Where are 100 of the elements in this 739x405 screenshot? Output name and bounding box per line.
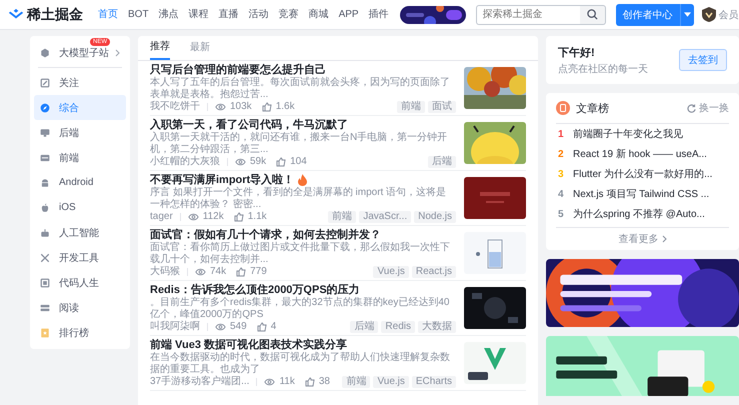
creator-center-button[interactable]: 创作者中心: [616, 4, 680, 26]
view-count: 549: [230, 321, 247, 333]
nav-link[interactable]: 课程: [184, 0, 214, 30]
category-label: 代码人生: [59, 276, 99, 290]
nav-link[interactable]: 活动: [244, 0, 274, 30]
category-label: 后端: [59, 126, 79, 140]
ranking-article-link[interactable]: 前端圈子十年变化之我见: [573, 127, 683, 141]
category-label: 人工智能: [59, 226, 99, 240]
category-item[interactable]: 前端: [34, 145, 126, 170]
category-label: Android: [59, 177, 94, 188]
article-abstract: 本人写了五年的后台管理。每次面试前就会头疼，因为写的页面除了表单就是表格。抱怨过苦...: [150, 77, 451, 100]
thumbs-up-icon[interactable]: [276, 157, 286, 167]
category-item[interactable]: 人工智能: [34, 220, 126, 245]
like-count: 779: [250, 266, 267, 278]
category-label: 阅读: [59, 302, 79, 314]
ranking-article-link[interactable]: 为什么spring 不推荐 @Auto...: [573, 207, 705, 221]
rank-number: 1: [558, 128, 564, 140]
category-item[interactable]: 后端: [34, 120, 126, 145]
frame-icon: [40, 278, 50, 288]
thumbs-up-icon[interactable]: [236, 267, 246, 277]
ranking-article-link[interactable]: React 19 新 hook —— useA...: [573, 147, 707, 161]
site-logo[interactable]: 稀土掘金: [27, 6, 83, 24]
document-icon: [556, 101, 570, 115]
category-item[interactable]: 关注: [34, 70, 126, 95]
like-count: 104: [290, 156, 307, 168]
logo-icon[interactable]: [8, 8, 24, 21]
like-count: 1.1k: [248, 211, 267, 223]
eye-icon: [188, 213, 199, 221]
like-count: 38: [318, 376, 330, 388]
ranking-article-link[interactable]: Flutter 为什么没有一款好用的...: [573, 167, 712, 181]
category-label: 关注: [59, 76, 79, 90]
category-item[interactable]: 代码人生: [34, 270, 126, 295]
category-item[interactable]: Android: [34, 170, 126, 195]
caret-icon: [684, 12, 691, 17]
thumbs-up-icon[interactable]: [262, 102, 272, 112]
category-label: 开发工具: [59, 252, 99, 264]
nav-link[interactable]: 插件: [364, 0, 394, 30]
eye-icon: [264, 378, 276, 386]
category-item[interactable]: iOS: [34, 195, 126, 220]
eye-icon: [195, 268, 206, 276]
shield-icon[interactable]: [702, 7, 716, 22]
tools-icon: [40, 252, 50, 262]
view-count: 103k: [230, 101, 252, 113]
article-title[interactable]: 入职第一天，看了公司代码，牛马沉默了: [150, 118, 348, 132]
view-count: 11k: [279, 376, 295, 388]
view-count: 112k: [202, 211, 224, 223]
article-abstract: 面试官：看你简历上做过图片或文件批量下载，那么假如我一次性下载几十个，如何去控制并...: [150, 242, 451, 266]
category-label: 大模型子站: [59, 46, 109, 60]
ranking-title: 文章榜: [576, 102, 609, 116]
article-title[interactable]: 不要再写满屏import导入啦！: [150, 173, 294, 187]
article-abstract: 入职第一天就干活的，就问还有谁，搬来一台N手电脑，第一分钟开机，第二分钟跟活，第三...: [150, 132, 448, 156]
nav-link[interactable]: 竞赛: [274, 0, 304, 30]
dropdown-button[interactable]: [680, 4, 694, 26]
article-title[interactable]: 只写后台管理的前端要怎么提升自己: [150, 63, 326, 77]
thumbs-up-icon[interactable]: [256, 322, 267, 332]
nav-link[interactable]: 首页: [93, 0, 123, 30]
nav-link[interactable]: BOT: [123, 0, 154, 30]
like-count: 1.6k: [276, 101, 295, 113]
nav-link[interactable]: 沸点: [154, 0, 184, 30]
thumbs-up-icon[interactable]: [234, 212, 244, 222]
feed-tab[interactable]: 推荐: [150, 36, 170, 60]
chevron-icon: [662, 235, 666, 243]
category-item[interactable]: 排行榜: [34, 320, 126, 345]
monitor-icon: [40, 128, 50, 138]
view-count: 74k: [210, 266, 226, 278]
article-abstract: 在当今数据驱动的时代，数据可视化成为了帮助人们快速理解复杂数据的重要工具。也成为了: [150, 352, 451, 376]
article-title[interactable]: 面试官：假如有几十个请求，如何去控制并发？: [150, 228, 381, 242]
category-label: 前端: [59, 152, 79, 164]
compass-icon: [40, 102, 50, 112]
category-label: 综合: [59, 102, 79, 114]
layout-icon: [40, 152, 50, 162]
book-icon: [40, 302, 50, 312]
refresh-icon[interactable]: [687, 104, 696, 112]
ranking-article-link[interactable]: Next.js 项目写 Tailwind CSS ...: [573, 187, 710, 201]
article-title[interactable]: Redis：告诉我怎么顶住2000万QPS的压力: [150, 283, 360, 297]
category-label: iOS: [59, 202, 76, 213]
ranking-icon: [40, 328, 50, 338]
edit-icon: [40, 78, 50, 88]
category-label: 排行榜: [59, 326, 89, 340]
article-abstract: 序言 如果打开一个文件，看到的全是满屏幕的 import 语句，这将是一种怎样的体验？ 密密...: [150, 187, 448, 210]
eye-icon: [235, 158, 246, 166]
cube-icon: [40, 48, 50, 58]
view-count: 59k: [250, 156, 266, 168]
chevron-icon: [115, 48, 120, 56]
category-item[interactable]: 阅读: [34, 295, 126, 320]
greeting-title: 下午好!: [558, 46, 596, 60]
rank-number: 5: [558, 208, 564, 220]
nav-link[interactable]: APP: [334, 0, 364, 30]
eye-icon: [215, 103, 226, 111]
eye-icon: [215, 323, 226, 331]
article-abstract: 。目前生产有多个redis集群，最大的32节点的集群的key已经达到40亿个，峰值2000万的QPS: [150, 297, 450, 320]
nav-link[interactable]: 商城: [304, 0, 334, 30]
rank-number: 4: [558, 188, 564, 200]
article-title[interactable]: 前端 Vue3 数据可视化图表技术实践分享: [150, 338, 347, 352]
thumbs-up-icon[interactable]: [304, 377, 315, 387]
like-count: 4: [270, 321, 276, 333]
nav-link[interactable]: 直播: [214, 0, 244, 30]
greeting-subtitle: 点亮在社区的每一天: [558, 62, 648, 76]
robot-icon: [40, 228, 50, 238]
category-item[interactable]: 开发工具: [34, 245, 126, 270]
